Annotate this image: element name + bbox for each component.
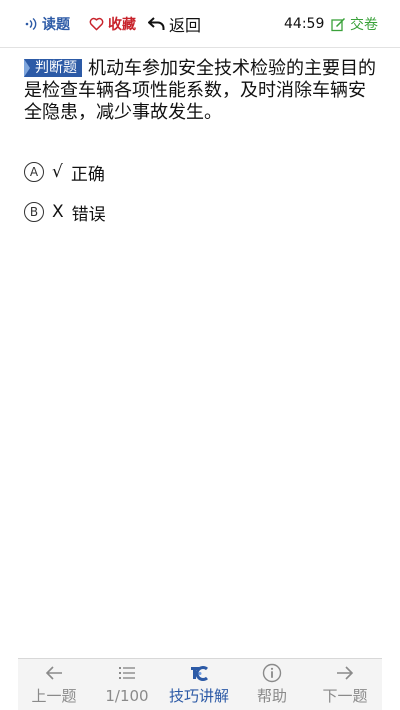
top-toolbar: 读题 收藏 返回 44:59 交卷 [0,0,400,48]
question-type-badge: 判断题 [24,59,82,77]
edit-square-icon [331,17,346,32]
arrow-right-icon [335,659,355,687]
favorite-button[interactable]: 收藏 [89,11,136,37]
prev-question-label: 上一题 [31,687,77,705]
next-question-button[interactable]: 下一题 [309,659,381,710]
submit-exam-button[interactable]: 交卷 [331,11,378,37]
help-label: 帮助 [256,687,287,705]
tips-logo-icon [188,659,210,687]
option-b-text: 错误 [71,204,106,225]
arrow-left-icon [44,659,64,687]
option-a-mark: √ [52,162,63,182]
question-list-button[interactable]: 1/100 [91,659,163,710]
exam-screen: 读题 收藏 返回 44:59 交卷 判断题 机动车参加安全技术检验的主要目的是检… [0,0,400,710]
tips-explanation-label: 技巧讲解 [168,687,229,705]
read-question-label: 读题 [42,17,70,33]
list-icon [118,659,136,687]
option-a-text: 正确 [70,164,105,185]
read-question-button[interactable]: 读题 [24,11,70,37]
favorite-label: 收藏 [108,17,136,33]
tips-explanation-button[interactable]: 技巧讲解 [163,659,235,710]
option-b-mark: X [52,202,64,222]
bottom-navigation: 上一题 1/100 技巧讲解 帮助 下一题 [18,658,382,710]
back-arrow-icon [148,17,165,31]
option-b[interactable]: B X 错误 [24,200,106,225]
info-circle-icon [262,659,282,687]
help-button[interactable]: 帮助 [236,659,308,710]
question-block: 判断题 机动车参加安全技术检验的主要目的是检查车辆各项性能系数，及时消除车辆安全隐… [24,58,376,124]
submit-exam-label: 交卷 [350,17,378,33]
prev-question-button[interactable]: 上一题 [18,659,90,710]
back-label: 返回 [169,16,202,35]
option-a[interactable]: A √ 正确 [24,160,105,185]
heart-outline-icon [89,17,104,31]
next-question-label: 下一题 [322,687,368,705]
speaker-waves-icon [24,17,38,31]
option-b-letter: B [24,202,44,222]
countdown-timer: 44:59 [284,11,324,37]
progress-label: 1/100 [105,687,149,705]
timer-text: 44:59 [284,16,325,32]
back-button[interactable]: 返回 [148,11,201,37]
option-a-letter: A [24,162,44,182]
